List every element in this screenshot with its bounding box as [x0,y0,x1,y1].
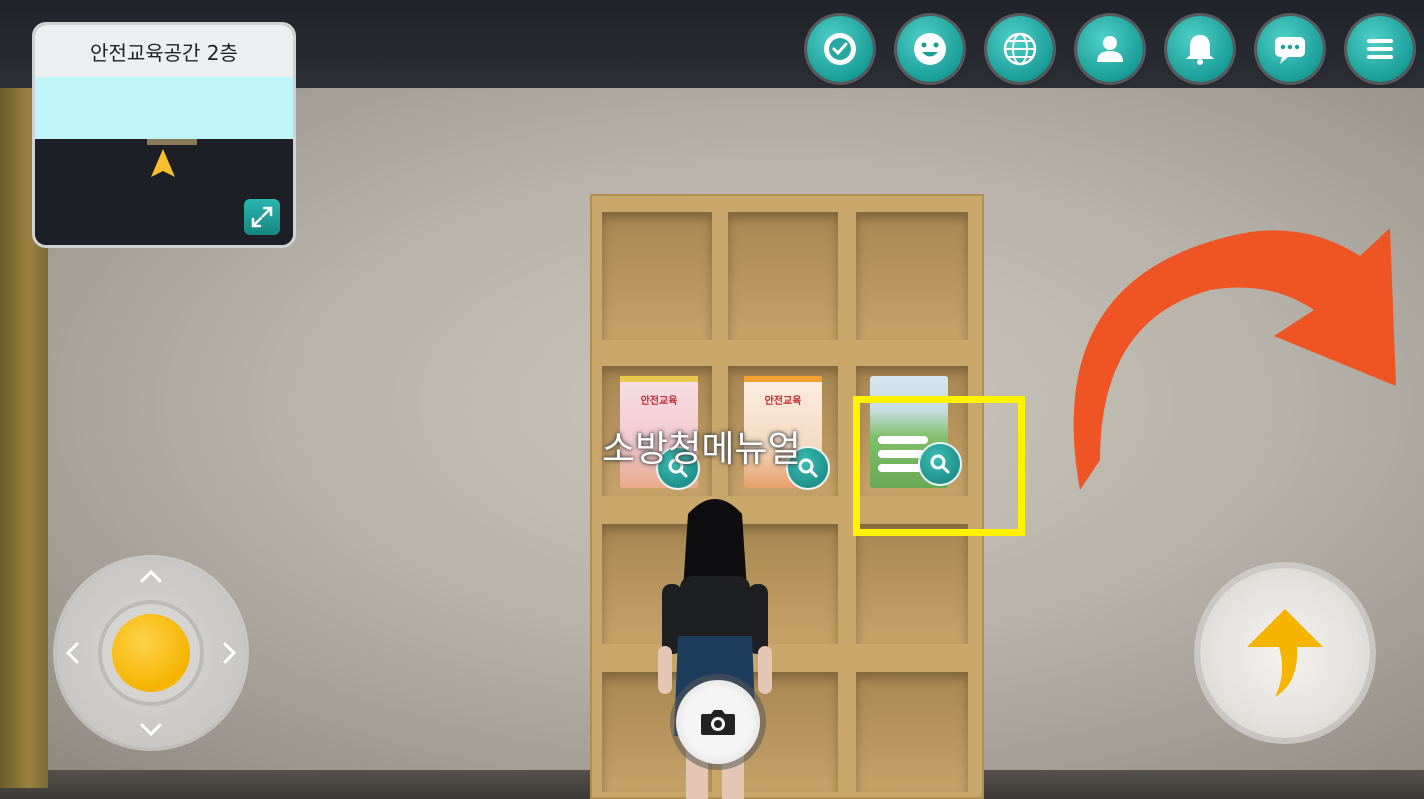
notification-button[interactable] [1167,16,1233,82]
shelf-cell [602,212,712,340]
shelf-cell [856,212,968,340]
world-button[interactable] [987,16,1053,82]
poster-title: 안전교육 [640,396,678,407]
camera-button[interactable] [676,680,760,764]
bell-icon [1186,35,1214,65]
chevron-up-icon [140,569,162,583]
chevron-right-icon [223,642,237,664]
speech-bubble-icon [1275,37,1305,64]
shelf-cell [856,524,968,644]
poster-band [744,376,822,382]
menu-button[interactable] [1347,16,1413,82]
jump-arrow-icon [1247,609,1323,697]
joystick-knob[interactable] [112,614,190,692]
shelf-cell [856,672,968,792]
object-label: 소방청메뉴얼 [602,429,801,470]
highlight-box [853,396,1025,536]
player-arrow-icon [151,149,175,177]
direction-arrow [1073,228,1396,490]
minimap-object [147,139,197,145]
chevron-left-icon [65,642,79,664]
chevron-down-icon [140,723,162,737]
checkmark-badge-icon [824,33,856,65]
hamburger-menu-icon [1367,39,1393,59]
minimap-sky [35,77,293,139]
minimap[interactable]: 안전교육공간 2층 [32,22,296,248]
minimap-expand-button[interactable] [244,199,280,235]
chat-button[interactable] [1257,16,1323,82]
shelf-cell [728,212,838,340]
camera-icon [701,710,735,735]
poster-title: 안전교육 [764,396,802,407]
movement-joystick[interactable] [56,558,246,748]
expand-icon [251,206,273,228]
globe-icon [1003,32,1037,66]
person-icon [1097,36,1123,62]
badge-button[interactable] [807,16,873,82]
jump-button[interactable] [1200,568,1370,738]
emote-button[interactable] [897,16,963,82]
smiley-icon [914,33,946,65]
profile-button[interactable] [1077,16,1143,82]
minimap-title: 안전교육공간 2층 [35,25,293,77]
poster-band [620,376,698,382]
